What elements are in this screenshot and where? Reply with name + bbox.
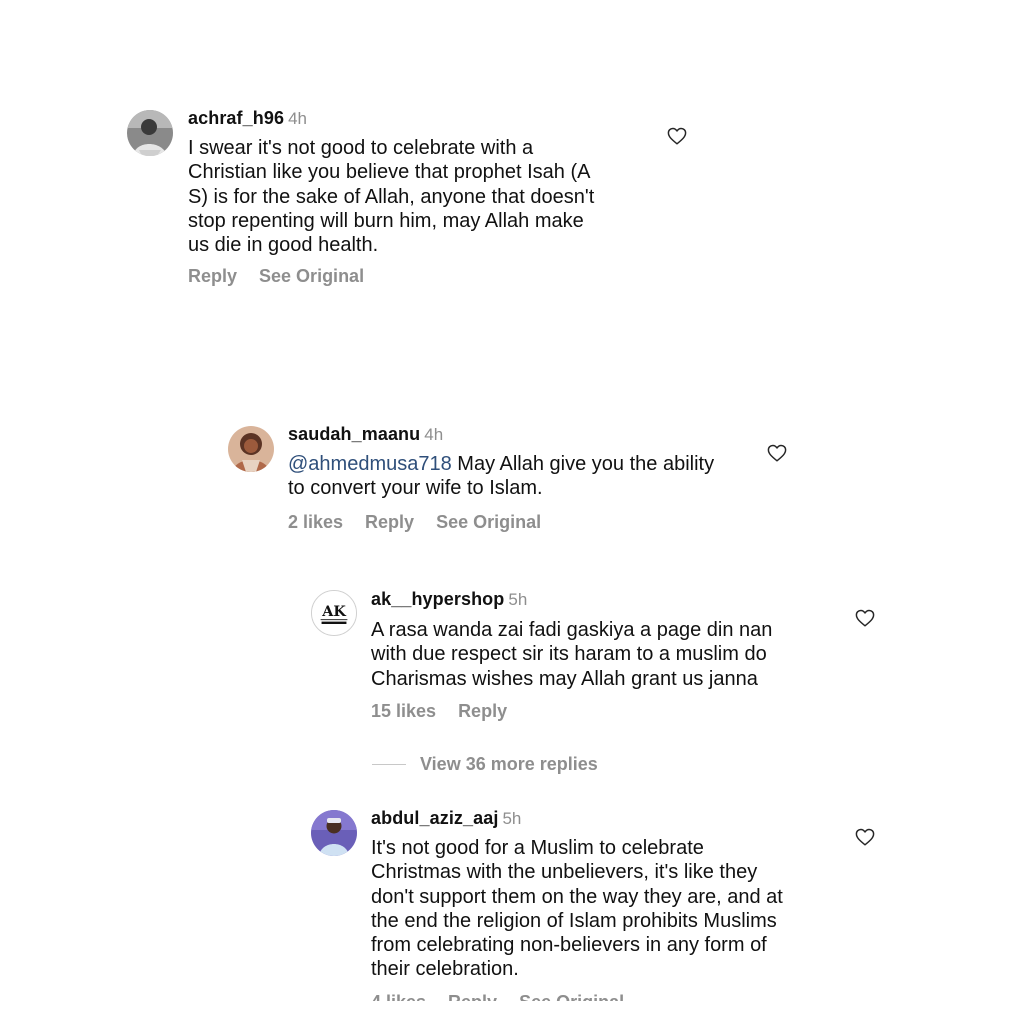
see-original-button[interactable]: See Original [259, 266, 364, 287]
avatar-photo [311, 810, 357, 856]
avatar[interactable]: AK [311, 590, 357, 636]
see-original-button[interactable]: See Original [436, 512, 541, 533]
comment-text: It's not good for a Muslim to celebrate … [371, 837, 783, 981]
comment-actions: 2 likes Reply See Original [288, 512, 563, 533]
comment-text: I swear it's not good to celebrate with … [188, 137, 595, 257]
likes-count[interactable]: 15 likes [371, 701, 436, 722]
username[interactable]: abdul_aziz_aaj [371, 808, 498, 828]
timestamp: 5h [508, 590, 528, 609]
comment-header: ak__hypershop 5h [371, 589, 527, 610]
view-more-replies-label: View 36 more replies [420, 754, 598, 774]
mention-link[interactable]: @ahmedmusa718 [288, 453, 452, 475]
avatar[interactable] [311, 810, 357, 856]
view-more-replies-button[interactable]: View 36 more replies [372, 754, 598, 775]
username[interactable]: achraf_h96 [188, 108, 284, 128]
username[interactable]: saudah_maanu [288, 424, 420, 444]
avatar[interactable] [127, 110, 173, 156]
heart-outline-icon[interactable] [855, 828, 875, 846]
reply-button[interactable]: Reply [365, 512, 414, 533]
heart-outline-icon[interactable] [767, 444, 787, 462]
avatar[interactable] [228, 426, 274, 472]
username[interactable]: ak__hypershop [371, 589, 504, 609]
likes-count[interactable]: 2 likes [288, 512, 343, 533]
comment-text: @ahmedmusa718 May Allah give you the abi… [288, 452, 758, 501]
avatar-photo [228, 426, 274, 472]
timestamp: 4h [288, 109, 307, 128]
reply-button[interactable]: Reply [458, 701, 507, 722]
bottom-crop-edge [0, 1001, 1024, 1024]
heart-outline-icon[interactable] [855, 609, 875, 627]
comment-header: saudah_maanu 4h [288, 424, 443, 445]
comment-actions: Reply See Original [188, 266, 386, 287]
comment-text: A rasa wanda zai fadi gaskiya a page din… [371, 619, 773, 690]
comment-header: abdul_aziz_aaj 5h [371, 808, 521, 829]
reply-button[interactable]: Reply [188, 266, 237, 287]
comment-actions: 15 likes Reply [371, 701, 529, 722]
comment-header: achraf_h96 4h [188, 108, 307, 129]
avatar-photo [127, 110, 173, 156]
divider-line [372, 764, 406, 765]
timestamp: 5h [502, 809, 522, 828]
timestamp: 4h [424, 425, 444, 444]
ak-logo-text: AK [321, 604, 346, 620]
ak-logo: AK [312, 591, 356, 635]
heart-outline-icon[interactable] [667, 127, 687, 145]
